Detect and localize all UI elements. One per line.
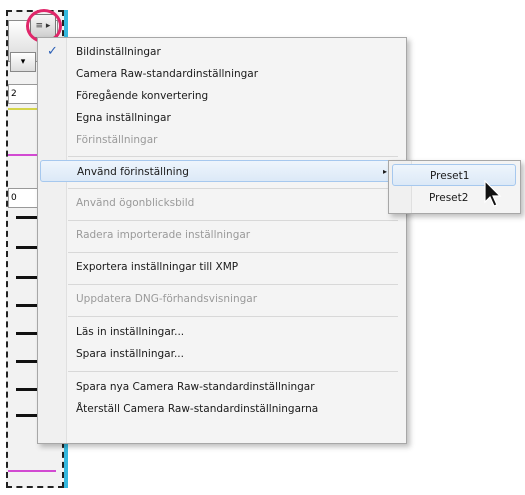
menu-item-reset-defaults[interactable]: Återställ Camera Raw-standardinställning… xyxy=(38,398,406,420)
menu-separator xyxy=(68,316,398,317)
settings-context-menu: ✓ Bildinställningar Camera Raw-standardi… xyxy=(37,37,407,444)
menu-separator xyxy=(68,188,398,189)
menu-separator xyxy=(68,252,398,253)
menu-item-custom-settings[interactable]: Egna inställningar xyxy=(38,107,406,129)
menu-item-label: Egna inställningar xyxy=(76,112,171,124)
panel-field-2[interactable]: 0 xyxy=(8,188,38,208)
menu-item-label: Förinställningar xyxy=(76,134,158,146)
menu-item-clear-imported-settings: Radera importerade inställningar xyxy=(38,224,406,246)
menu-separator xyxy=(68,371,398,372)
menu-item-label: Spara inställningar... xyxy=(76,348,184,360)
menu-item-label: Bildinställningar xyxy=(76,46,161,58)
menu-item-label: Läs in inställningar... xyxy=(76,326,185,338)
slider-track-magenta xyxy=(8,470,56,472)
menu-item-label: Föregående konvertering xyxy=(76,90,209,102)
submenu-arrow-icon: ▸ xyxy=(382,167,387,176)
menu-separator xyxy=(68,284,398,285)
menu-item-label: Återställ Camera Raw-standardinställning… xyxy=(76,403,319,415)
menu-item-label: Uppdatera DNG-förhandsvisningar xyxy=(76,293,258,305)
panel-field-1[interactable]: 2 xyxy=(8,84,38,104)
menu-separator xyxy=(68,220,398,221)
menu-item-label: Radera importerade inställningar xyxy=(76,229,251,241)
menu-item-load-settings[interactable]: Läs in inställningar... xyxy=(38,321,406,343)
menu-item-apply-snapshot: Använd ögonblicksbild ▸ xyxy=(38,192,406,214)
menu-item-label: Använd förinställning xyxy=(77,166,189,178)
menu-item-label: Exportera inställningar till XMP xyxy=(76,261,239,273)
menu-item-save-new-defaults[interactable]: Spara nya Camera Raw-standardinställning… xyxy=(38,376,406,398)
menu-item-save-settings[interactable]: Spara inställningar... xyxy=(38,343,406,365)
menu-item-previous-conversion[interactable]: Föregående konvertering xyxy=(38,85,406,107)
submenu-item-label: Preset2 xyxy=(429,192,469,204)
menu-item-update-dng-previews: Uppdatera DNG-förhandsvisningar xyxy=(38,288,406,310)
menu-item-camera-raw-defaults[interactable]: Camera Raw-standardinställningar xyxy=(38,63,406,85)
submenu-item-label: Preset1 xyxy=(430,170,470,182)
mouse-cursor-icon xyxy=(484,180,502,207)
menu-item-export-to-xmp[interactable]: Exportera inställningar till XMP xyxy=(38,256,406,278)
menu-item-label: Spara nya Camera Raw-standardinställning… xyxy=(76,381,315,393)
menu-item-label: Camera Raw-standardinställningar xyxy=(76,68,259,80)
menu-separator xyxy=(68,156,398,157)
check-icon: ✓ xyxy=(47,44,58,59)
panel-dropdown-button[interactable]: ▾ xyxy=(10,52,36,72)
menu-item-image-settings[interactable]: ✓ Bildinställningar xyxy=(38,41,406,63)
menu-item-apply-preset[interactable]: Använd förinställning ▸ xyxy=(40,160,402,182)
menu-item-presets: Förinställningar xyxy=(38,129,406,151)
menu-item-label: Använd ögonblicksbild xyxy=(76,197,195,209)
